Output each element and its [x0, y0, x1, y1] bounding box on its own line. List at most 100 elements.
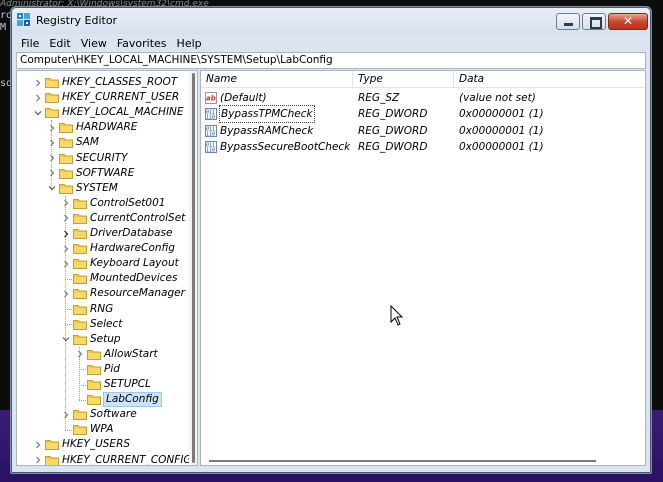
tree-item-sam[interactable]: SAM [47, 135, 99, 150]
tree-item-allowstart[interactable]: AllowStart [75, 347, 158, 362]
folder-icon [73, 304, 87, 315]
column-header-data[interactable]: Data [454, 71, 644, 88]
tree-item-currentcontrolset[interactable]: CurrentControlSet [61, 211, 185, 226]
chevron-right-icon[interactable] [61, 256, 71, 271]
tree-item-label: ControlSet001 [90, 196, 166, 209]
menu-edit[interactable]: Edit [44, 36, 75, 51]
value-name: (Default) [220, 92, 267, 104]
tree-item-label: HKEY_CLASSES_ROOT [62, 76, 178, 88]
chevron-right-icon[interactable] [61, 211, 71, 226]
folder-icon [87, 349, 101, 360]
tree-item-keyboard-layout[interactable]: Keyboard Layout [61, 256, 179, 271]
tree-item-setupcl[interactable]: SETUPCL [75, 377, 151, 392]
chevron-right-icon[interactable] [47, 166, 57, 181]
folder-icon [45, 92, 59, 104]
tree-item-system[interactable]: SYSTEM [47, 181, 118, 196]
chevron-right-icon[interactable] [33, 453, 43, 466]
values-list-pane[interactable]: Name Type Data ab (Default) REG_SZ (value n… [200, 70, 646, 466]
chevron-right-icon[interactable] [47, 151, 57, 166]
maximize-button[interactable] [582, 13, 606, 30]
value-row[interactable]: 011 110 BypassTPMCheck REG_DWORD 0x00000001 … [201, 105, 645, 124]
chevron-down-icon[interactable] [47, 181, 57, 196]
tree-item-label: HardwareConfig [90, 242, 175, 255]
title-bar[interactable]: Registry Editor ✕ [12, 8, 650, 34]
folder-icon [45, 455, 59, 465]
minimize-button[interactable] [556, 13, 580, 30]
tree-item-label: SECURITY [76, 151, 128, 164]
chevron-right-icon[interactable] [75, 347, 85, 362]
tree-item-hardware[interactable]: HARDWARE [47, 120, 137, 135]
address-bar[interactable]: Computer\HKEY_LOCAL_MACHINE\SYSTEM\Setup… [16, 52, 646, 69]
menu-help[interactable]: Help [172, 36, 207, 51]
folder-icon [59, 153, 73, 164]
tree-item-hkey-classes-root[interactable]: HKEY_CLASSES_ROOT [33, 75, 177, 90]
tree-item-wpa[interactable]: WPA [61, 422, 113, 437]
chevron-right-icon[interactable] [33, 90, 43, 105]
tree-item-driverdatabase[interactable]: DriverDatabase [61, 226, 172, 241]
tree-item-mounteddevices[interactable]: MountedDevices [61, 271, 177, 286]
tree-item-rng[interactable]: RNG [61, 302, 113, 317]
menu-favorites[interactable]: Favorites [112, 36, 172, 51]
tree-item-security[interactable]: SECURITY [47, 151, 128, 166]
folder-icon [87, 364, 101, 375]
registry-editor-icon [17, 13, 30, 26]
binary-value-icon: 011 110 [205, 124, 217, 137]
binary-value-icon: 011 110 [205, 140, 217, 153]
tree-item-hkey-current-config[interactable]: HKEY_CURRENT_CONFIG [33, 453, 192, 466]
value-row[interactable]: ab (Default) REG_SZ (value not set) [201, 90, 645, 106]
folder-icon [73, 213, 87, 224]
tree-item-hkey-local-machine[interactable]: HKEY_LOCAL_MACHINE [33, 105, 184, 120]
menu-view[interactable]: View [76, 36, 112, 51]
tree-item-select[interactable]: Select [61, 317, 122, 332]
chevron-right-icon[interactable] [61, 226, 71, 241]
column-header-type[interactable]: Type [353, 71, 453, 88]
chevron-right-icon[interactable] [33, 75, 43, 90]
registry-editor-window: Registry Editor ✕ File Edit View Favorit… [10, 6, 652, 474]
value-row[interactable]: 011 110 BypassRAMCheck REG_DWORD 0x00000001 … [201, 123, 645, 139]
close-button[interactable]: ✕ [608, 13, 648, 30]
chevron-down-icon[interactable] [33, 105, 43, 120]
tree-item-setup[interactable]: Setup [61, 332, 121, 347]
chevron-down-icon[interactable] [61, 332, 71, 347]
folder-icon [73, 319, 87, 330]
tree-item-hardwareconfig[interactable]: HardwareConfig [61, 241, 175, 256]
tree-item-software[interactable]: SOFTWARE [47, 166, 134, 181]
value-data: (value not set) [459, 92, 536, 104]
list-scrollbar-thumb[interactable] [209, 460, 596, 462]
value-row[interactable]: 011 110 BypassSecureBootCheck REG_DWORD 0x00… [201, 139, 645, 155]
menu-file[interactable]: File [16, 36, 44, 51]
tree-item-label: SYSTEM [76, 181, 118, 194]
tree-item-label: SOFTWARE [76, 166, 135, 179]
tree-item-label: HKEY_CURRENT_USER [62, 91, 180, 104]
tree-item-controlset001[interactable]: ControlSet001 [61, 196, 165, 211]
tree-item-labconfig[interactable]: LabConfig [75, 392, 162, 408]
tree-item-hkey-users[interactable]: HKEY_USERS [33, 437, 130, 452]
column-header-name[interactable]: Name [201, 71, 351, 88]
list-header: Name Type Data [201, 71, 645, 88]
tree-scrollbar-thumb[interactable] [192, 73, 195, 463]
chevron-right-icon[interactable] [47, 135, 57, 150]
chevron-right-icon[interactable] [61, 286, 71, 301]
chevron-right-icon[interactable] [61, 241, 71, 256]
tree-item-software[interactable]: Software [61, 407, 137, 422]
chevron-right-icon[interactable] [47, 120, 57, 135]
tree-vertical-scrollbar[interactable] [189, 71, 197, 465]
chevron-right-icon[interactable] [61, 196, 71, 211]
tree-item-resourcemanager[interactable]: ResourceManager [61, 286, 185, 301]
chevron-right-icon[interactable] [33, 437, 43, 452]
key-tree-pane[interactable]: HKEY_CLASSES_ROOT HKEY_CURRENT_USER HKEY_L… [16, 70, 198, 466]
chevron-right-icon[interactable] [61, 407, 71, 422]
value-data: 0x00000001 (1) [459, 140, 544, 153]
tree-item-label: Setup [90, 332, 121, 345]
binary-value-icon: 011 110 [205, 108, 217, 121]
folder-icon [73, 334, 87, 345]
tree-item-hkey-current-user[interactable]: HKEY_CURRENT_USER [33, 90, 179, 105]
tree-item-label: ResourceManager [90, 287, 185, 300]
tree-item-pid[interactable]: Pid [75, 362, 120, 377]
window-title: Registry Editor [36, 14, 118, 27]
list-horizontal-scrollbar[interactable] [201, 456, 645, 465]
